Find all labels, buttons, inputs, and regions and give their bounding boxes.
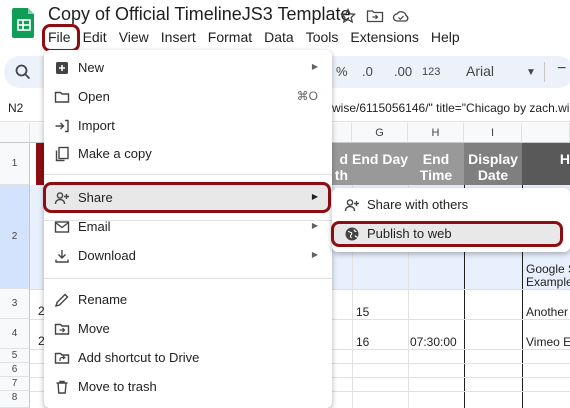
menu-item-move[interactable]: Move (44, 315, 332, 343)
cell-r4-g[interactable]: 16 (356, 335, 369, 349)
submenu-arrow-icon: ▶ (311, 250, 318, 259)
menu-item-label: Make a copy (78, 146, 152, 161)
menu-item-label: Share (78, 190, 113, 205)
trash-icon (56, 380, 68, 394)
column-header-g[interactable]: G (352, 123, 408, 143)
chevron-down-icon[interactable]: ▼ (526, 67, 536, 78)
menu-item-label: Rename (78, 292, 128, 307)
menu-bar: File Edit View Insert Format Data Tools … (42, 27, 466, 47)
menu-item-label: Download (78, 248, 136, 263)
row-header-1[interactable]: 1 (0, 143, 30, 185)
sheets-logo[interactable] (12, 6, 36, 38)
header-cell-display-date[interactable]: Display Date (464, 143, 522, 185)
row-header-2[interactable]: 2 (0, 185, 30, 289)
share-person-icon (54, 192, 69, 205)
menu-insert[interactable]: Insert (155, 27, 202, 47)
row-header-4[interactable]: 4 (0, 319, 30, 349)
menu-item-label: Open (78, 89, 110, 104)
menu-item-download[interactable]: Download ▶ (44, 242, 332, 270)
menu-item-email[interactable]: Email ▶ (44, 213, 332, 241)
menu-item-add-shortcut-to-drive[interactable]: Add shortcut to Drive (44, 344, 332, 372)
menu-help[interactable]: Help (425, 27, 466, 47)
menu-tools[interactable]: Tools (300, 27, 345, 47)
globe-icon (345, 227, 359, 241)
submenu-arrow-icon: ▶ (311, 192, 318, 201)
column-header-j[interactable] (522, 123, 570, 143)
cell-r3-right[interactable]: Another (526, 305, 568, 319)
shortcut-label: ⌘O (296, 89, 318, 103)
menu-view[interactable]: View (113, 27, 155, 47)
move-folder-icon (54, 323, 70, 335)
copy-icon (55, 146, 69, 162)
menu-item-make-a-copy[interactable]: Make a copy (44, 140, 332, 168)
mail-icon (54, 221, 70, 233)
toolbar-divider (544, 62, 545, 82)
pencil-icon (54, 293, 69, 308)
formula-input[interactable]: wise/6115056146/" title="Chicago by zach… (332, 101, 570, 115)
menu-data[interactable]: Data (258, 27, 300, 47)
header-accent-strip (36, 143, 44, 185)
search-icon[interactable] (14, 63, 32, 81)
share-person-icon (344, 199, 359, 212)
cell-r3-g[interactable]: 15 (356, 305, 369, 319)
menu-item-open[interactable]: Open ⌘O (44, 83, 332, 111)
download-icon (55, 250, 69, 263)
menu-item-label: New (78, 60, 105, 75)
increase-decimal-button[interactable]: .00 (394, 64, 412, 79)
menu-item-move-to-trash[interactable]: Move to trash (44, 373, 332, 401)
import-icon (55, 119, 69, 133)
menu-edit[interactable]: Edit (77, 27, 113, 47)
row-header-5[interactable]: 5 (0, 349, 30, 363)
column-header-i[interactable]: I (464, 123, 522, 143)
menu-format[interactable]: Format (202, 27, 258, 47)
row-header-3[interactable]: 3 (0, 289, 30, 319)
header-cell-h[interactable]: H (522, 143, 570, 185)
submenu-item-label: Publish to web (367, 226, 452, 241)
name-box[interactable]: N2 (8, 101, 23, 115)
submenu-arrow-icon: ▶ (311, 221, 318, 230)
menu-divider (44, 174, 332, 175)
file-menu-highlight-ring (42, 24, 80, 52)
cell-r4-h[interactable]: 07:30:00 (410, 335, 457, 349)
cell-r4-right[interactable]: Vimeo E (526, 335, 570, 349)
number-format-button[interactable]: 123 (422, 66, 440, 78)
menu-item-rename[interactable]: Rename (44, 286, 332, 314)
star-icon[interactable] (339, 7, 358, 24)
document-title[interactable]: Copy of Official TimelineJS3 Template (48, 4, 350, 25)
menu-item-label: Move to trash (78, 379, 157, 394)
submenu-item-label: Share with others (367, 197, 469, 212)
drive-shortcut-icon (54, 352, 70, 364)
menu-item-import[interactable]: Import (44, 112, 332, 140)
column-header-h[interactable]: H (408, 123, 464, 143)
cell-r2-text2[interactable]: Example (526, 275, 570, 289)
menu-item-label: Email (78, 219, 111, 234)
decrease-font-size-button[interactable]: − (557, 60, 566, 78)
folder-icon (54, 91, 70, 103)
format-percent-button[interactable]: % (336, 64, 348, 79)
menu-item-label: Move (78, 321, 110, 336)
decrease-decimal-button[interactable]: .0 (362, 64, 373, 79)
move-folder-icon[interactable] (366, 8, 384, 24)
menu-item-new[interactable]: New ▶ (44, 54, 332, 82)
menu-item-share[interactable]: Share ▶ (44, 184, 332, 212)
cell-r2-text1[interactable]: Google S (526, 262, 570, 276)
select-all-corner[interactable] (0, 123, 30, 143)
header-cell-end-time[interactable]: End Time (408, 143, 464, 185)
row-header-6[interactable]: 6 (0, 363, 30, 377)
row-header-7[interactable]: 7 (0, 377, 30, 391)
cloud-status-icon[interactable] (392, 8, 410, 24)
menu-extensions[interactable]: Extensions (344, 27, 424, 47)
row-header-8[interactable]: 8 (0, 391, 30, 408)
menu-item-label: Add shortcut to Drive (78, 350, 200, 365)
submenu-item-publish-to-web[interactable]: Publish to web (332, 220, 570, 248)
new-sheet-icon (56, 62, 68, 74)
submenu-item-share-with-others[interactable]: Share with others (332, 191, 570, 219)
menu-item-label: Import (78, 118, 115, 133)
header-cell-end-day[interactable]: End Day (352, 143, 408, 185)
menu-divider (44, 278, 332, 279)
font-select[interactable]: Arial (466, 63, 494, 79)
submenu-arrow-icon: ▶ (311, 62, 318, 71)
